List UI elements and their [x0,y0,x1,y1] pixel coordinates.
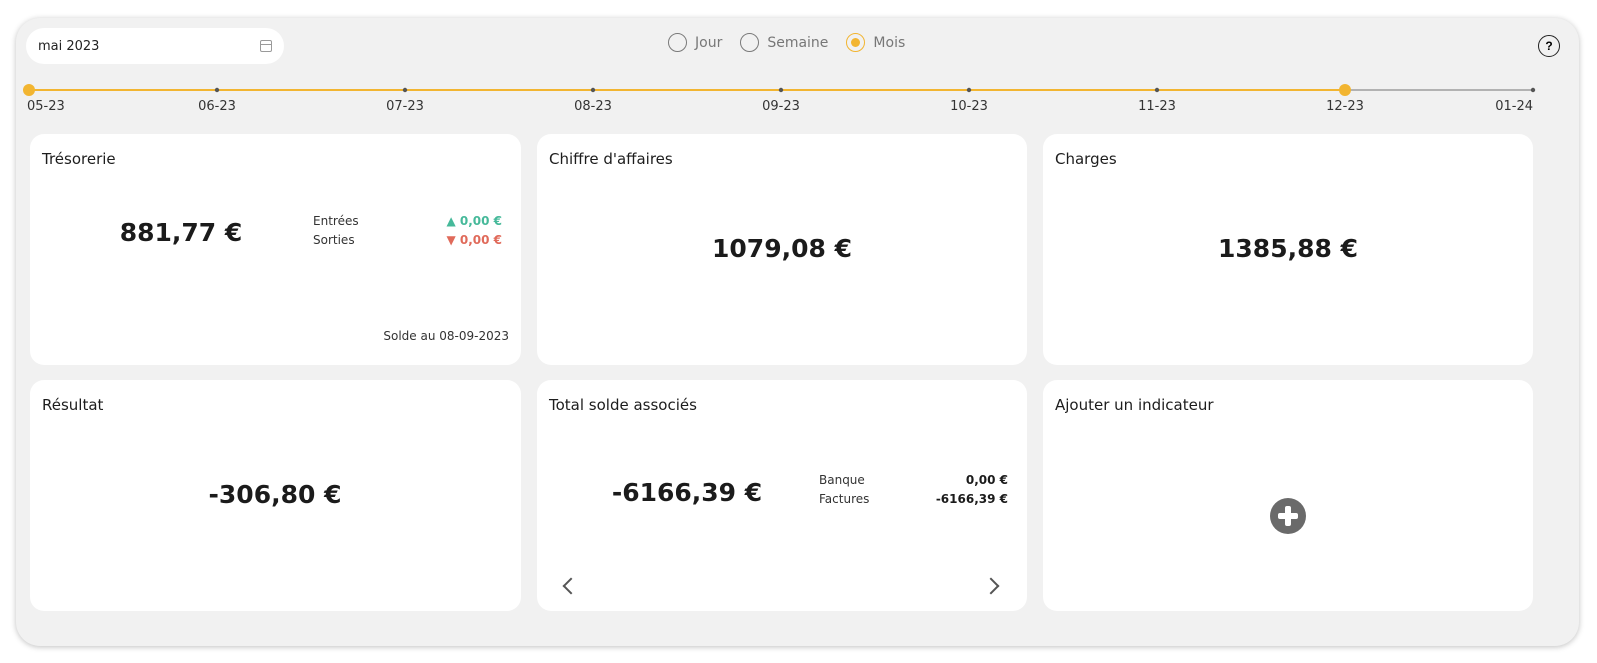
tresorerie-in-row: Entrées ▲ 0,00 € [313,214,502,233]
tresorerie-in-value: ▲ 0,00 € [446,214,502,228]
tresorerie-balance-date: Solde au 08-09-2023 [383,329,509,343]
radio-jour-label: Jour [695,34,723,51]
card-ajouter-indicateur-title: Ajouter un indicateur [1055,396,1214,414]
tresorerie-out-label: Sorties [313,233,355,247]
card-resultat: Résultat -306,80 € [30,380,521,611]
month-picker-value: mai 2023 [38,38,100,54]
card-resultat-title: Résultat [42,396,104,414]
associes-invoices-row: Factures -6166,39 € [819,492,1008,511]
card-chiffre-affaires-title: Chiffre d'affaires [549,150,673,168]
radio-mois-indicator[interactable] [846,33,866,52]
card-ajouter-indicateur[interactable]: Ajouter un indicateur [1043,380,1533,611]
radio-mois[interactable]: Mois [846,33,905,52]
month-picker[interactable]: mai 2023 [26,28,284,64]
radio-jour[interactable]: Jour [668,33,722,52]
associes-bank-row: Banque 0,00 € [819,473,1008,492]
help-button[interactable]: ? [1538,35,1560,57]
card-charges-title: Charges [1055,150,1117,168]
card-tresorerie: Trésorerie 881,77 € Entrées ▲ 0,00 € Sor… [30,134,521,365]
tresorerie-flows: Entrées ▲ 0,00 € Sorties ▼ 0,00 € [313,214,502,252]
plus-circle-icon[interactable] [1270,498,1306,534]
associes-bank-label: Banque [819,473,865,487]
card-total-solde-associes: Total solde associés -6166,39 € Banque 0… [537,380,1027,611]
radio-mois-label: Mois [873,34,906,51]
tresorerie-out-row: Sorties ▼ 0,00 € [313,233,502,252]
associes-invoices-label: Factures [819,492,870,506]
card-tresorerie-title: Trésorerie [42,150,116,168]
chevron-left-icon[interactable] [562,577,580,595]
period-radio-group: Jour Semaine Mois [668,33,905,52]
radio-jour-indicator[interactable] [668,33,687,52]
tresorerie-out-value: ▼ 0,00 € [446,233,502,247]
tresorerie-amount: 881,77 € [119,218,243,247]
associes-breakdown: Banque 0,00 € Factures -6166,39 € [819,473,1008,511]
radio-semaine[interactable]: Semaine [740,33,828,52]
card-charges: Charges 1385,88 € [1043,134,1533,365]
chiffre-affaires-amount: 1079,08 € [712,234,852,263]
associes-invoices-value: -6166,39 € [935,492,1008,506]
tresorerie-in-label: Entrées [313,214,359,228]
chevron-right-icon[interactable] [982,577,1000,595]
radio-semaine-indicator[interactable] [740,33,760,52]
charges-amount: 1385,88 € [1218,234,1358,263]
associes-bank-value: 0,00 € [965,473,1008,487]
radio-semaine-label: Semaine [767,34,829,51]
card-chiffre-affaires: Chiffre d'affaires 1079,08 € [537,134,1027,365]
associes-amount: -6166,39 € [611,478,763,507]
card-total-solde-associes-title: Total solde associés [549,396,697,414]
calendar-icon[interactable] [260,40,272,52]
resultat-amount: -306,80 € [208,480,342,509]
